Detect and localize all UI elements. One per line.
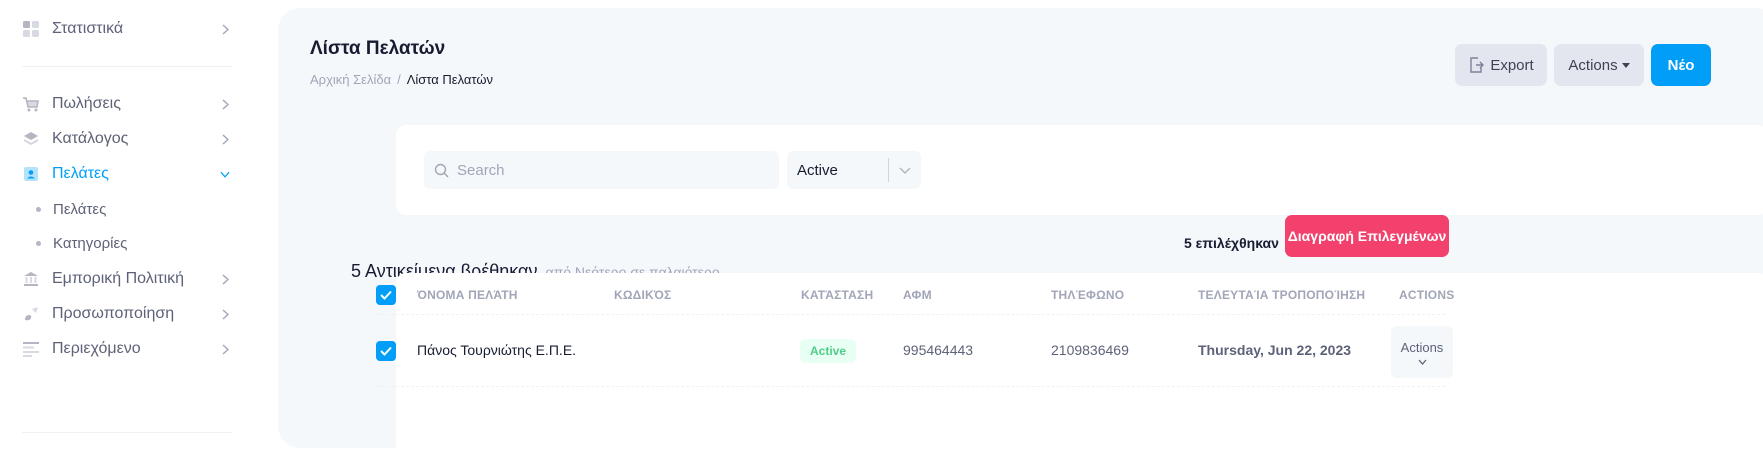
export-button[interactable]: Export [1455, 44, 1547, 86]
search-field[interactable] [424, 151, 779, 189]
status-select-value: Active [797, 161, 838, 179]
check-icon [380, 290, 392, 300]
sidebar-item-label: Στατιστικά [52, 20, 124, 37]
delete-selected-button[interactable]: Διαγραφή Επιλεγμένων [1285, 215, 1449, 257]
breadcrumb-separator: / [397, 72, 401, 87]
sidebar-item-label: Εμπορική Πολιτική [52, 270, 185, 287]
page-title: Λίστα Πελατών [310, 38, 446, 59]
new-button[interactable]: Νέο [1651, 44, 1711, 86]
sidebar-subitem-label: Κατηγορίες [53, 234, 128, 252]
sidebar-item-label: Πωλήσεις [52, 95, 121, 112]
main-content: Λίστα Πελατών Αρχική Σελίδα / Λίστα Πελα… [278, 8, 1763, 473]
bullet-icon [36, 240, 41, 246]
chevron-down-icon [220, 169, 230, 179]
sidebar-divider [22, 432, 232, 433]
status-select[interactable]: Active [787, 151, 921, 189]
chevron-down-icon [889, 166, 921, 174]
search-input[interactable] [457, 161, 757, 179]
breadcrumb-current: Λίστα Πελατών [406, 72, 493, 87]
status-badge: Active [800, 339, 857, 363]
sidebar-item-customers[interactable]: Πελάτες [22, 162, 234, 186]
column-header-code[interactable]: ΚΩΔΙΚΌΣ [614, 288, 671, 302]
sidebar-item-content[interactable]: Περιεχόμενο [22, 337, 234, 361]
breadcrumb: Αρχική Σελίδα / Λίστα Πελατών [310, 72, 493, 87]
chevron-right-icon [220, 308, 230, 320]
sidebar-subitem-label: Πελάτες [53, 200, 107, 218]
customer-name[interactable]: Πάνος Τουρνιώτης Ε.Π.Ε. [417, 342, 576, 358]
sidebar-divider [22, 66, 232, 67]
sidebar-item-sales[interactable]: Πωλήσεις [22, 92, 234, 116]
actions-label: Actions [1568, 56, 1618, 74]
customer-modified-date: Thursday, Jun 22, 2023 [1198, 342, 1352, 358]
search-icon [434, 163, 449, 178]
table-card [396, 273, 1763, 473]
sidebar-subitem-customers[interactable]: Πελάτες [36, 198, 106, 220]
sidebar-item-catalog[interactable]: Κατάλογος [22, 127, 234, 151]
sidebar-item-personalization[interactable]: Προσωποποίηση [22, 302, 234, 326]
chevron-right-icon [220, 273, 230, 285]
column-header-vat[interactable]: ΑΦΜ [903, 288, 932, 302]
breadcrumb-home[interactable]: Αρχική Σελίδα [310, 72, 391, 87]
select-all-checkbox[interactable] [376, 285, 396, 305]
dashboard-icon [22, 20, 40, 38]
chevron-down-icon [1418, 359, 1427, 365]
row-divider [376, 386, 1445, 387]
text-lines-icon [22, 340, 40, 358]
check-icon [380, 346, 392, 356]
customer-phone: 2109836469 [1051, 342, 1129, 358]
column-header-actions: ACTIONS [1399, 288, 1455, 302]
customer-vat: 995464443 [903, 342, 974, 358]
sidebar-item-statistics[interactable]: Στατιστικά [22, 17, 234, 41]
sidebar: Στατιστικά Πωλήσεις Κατάλογος Πελάτες Πε… [0, 0, 248, 438]
column-header-phone[interactable]: ΤΗΛΈΦΩΝΟ [1051, 288, 1124, 302]
row-actions-label: Actions [1400, 339, 1444, 355]
actions-button[interactable]: Actions [1554, 44, 1644, 86]
column-header-name[interactable]: ΌΝΟΜΑ ΠΕΛΆΤΗ [417, 288, 518, 302]
header-divider [376, 314, 1445, 315]
sidebar-item-label: Προσωποποίηση [52, 305, 175, 322]
chevron-right-icon [220, 133, 230, 145]
sidebar-item-label: Περιεχόμενο [52, 340, 141, 357]
column-header-modified[interactable]: ΤΕΛΕΥΤΑΊΑ ΤΡΟΠΟΠΟΊΗΣΗ [1198, 288, 1365, 302]
sidebar-item-commercial-policy[interactable]: Εμπορική Πολιτική [22, 267, 234, 291]
brush-icon [22, 305, 40, 323]
row-checkbox[interactable] [376, 341, 396, 361]
row-actions-button[interactable]: Actions [1391, 326, 1453, 378]
sidebar-item-label: Πελάτες [52, 165, 109, 182]
chevron-right-icon [220, 343, 230, 355]
cart-icon [22, 95, 40, 113]
bank-icon [22, 270, 40, 288]
layers-icon [22, 130, 40, 148]
filter-card: Active [396, 125, 1763, 215]
column-header-status[interactable]: ΚΑΤΆΣΤΑΣΗ [801, 288, 873, 302]
contact-card-icon [22, 165, 40, 183]
export-label: Export [1490, 56, 1534, 74]
chevron-right-icon [220, 98, 230, 110]
sidebar-item-label: Κατάλογος [52, 130, 129, 147]
caret-down-icon [1621, 62, 1630, 68]
export-icon [1468, 57, 1485, 73]
bullet-icon [36, 206, 41, 212]
sidebar-subitem-categories[interactable]: Κατηγορίες [36, 232, 127, 254]
selected-count: 5 επιλέχθηκαν [1184, 235, 1279, 251]
chevron-right-icon [220, 23, 230, 35]
